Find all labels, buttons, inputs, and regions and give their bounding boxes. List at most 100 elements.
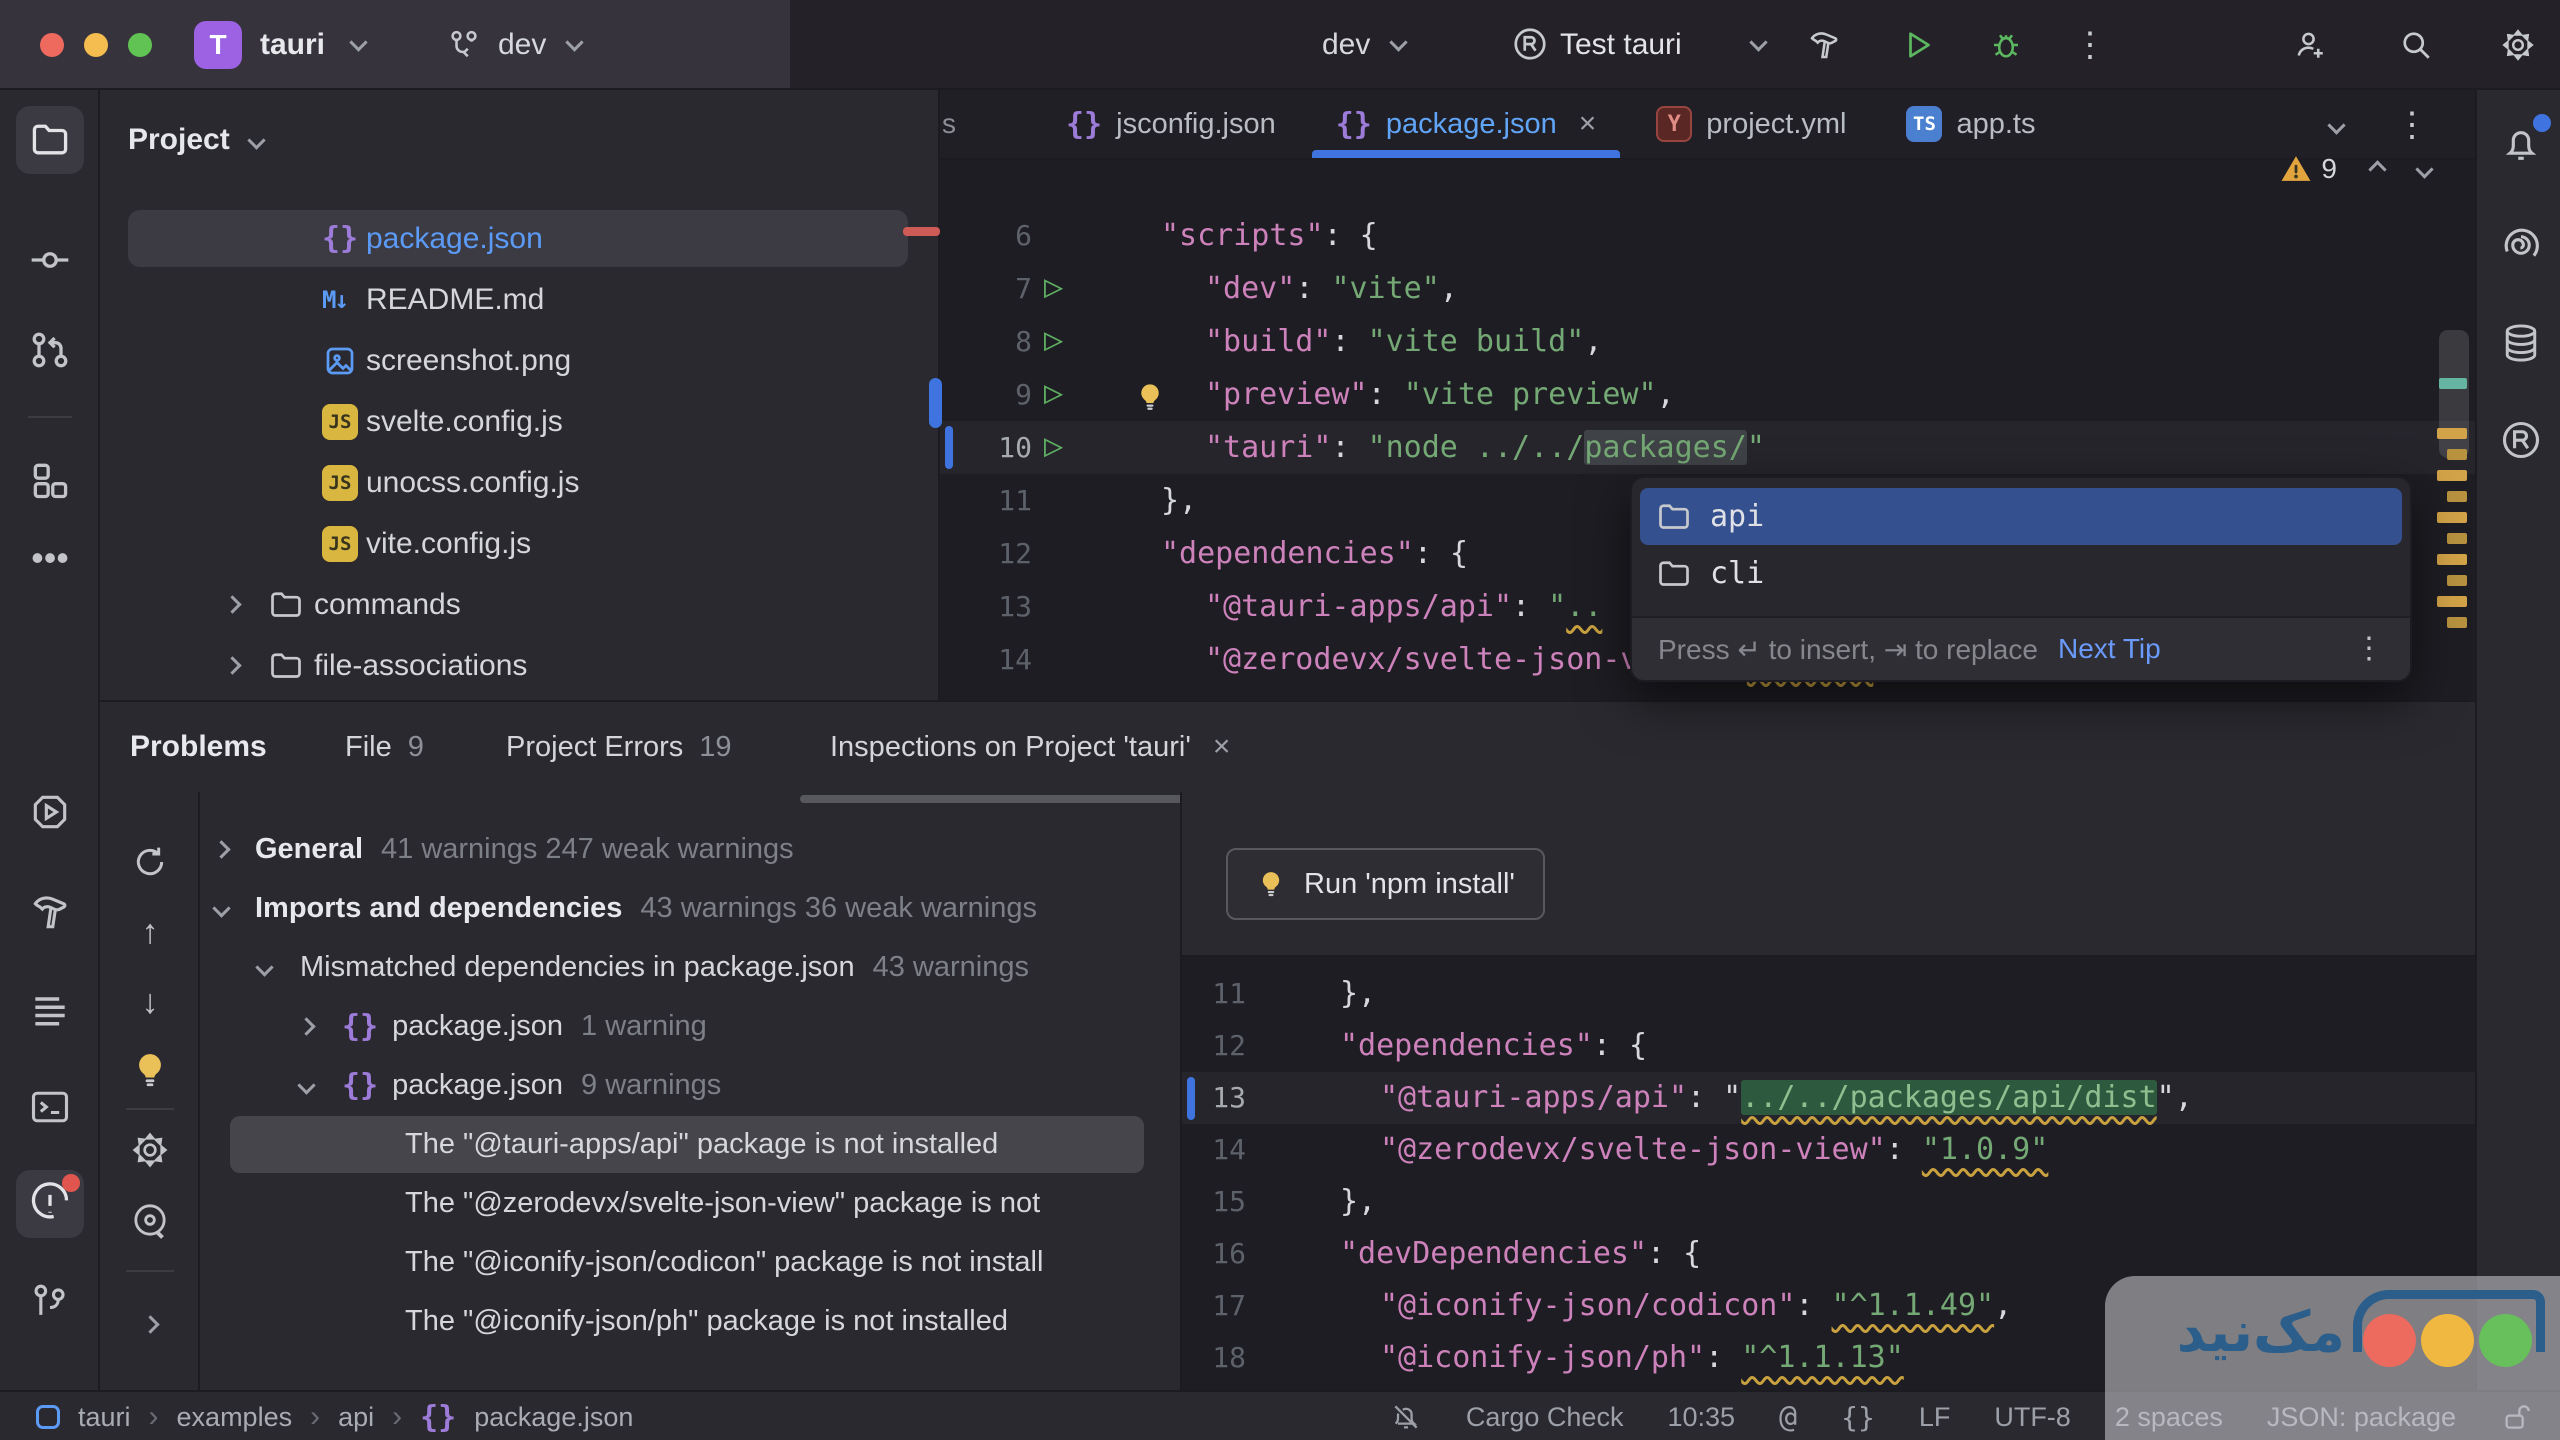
project-tree-item-commands[interactable]: commands xyxy=(100,574,938,635)
breadcrumb-file[interactable]: package.json xyxy=(474,1402,633,1433)
inspections-widget[interactable]: 9 xyxy=(2279,152,2431,186)
add-user-icon[interactable] xyxy=(2292,27,2328,63)
minimize-window-button[interactable] xyxy=(84,33,108,57)
chevron-right-icon[interactable] xyxy=(226,659,239,677)
structure-tool-icon[interactable] xyxy=(28,458,72,502)
code-line-6[interactable]: 6"scripts": { xyxy=(940,209,2475,262)
breadcrumb-item-examples[interactable]: examples xyxy=(177,1402,293,1433)
warning-indicator[interactable]: 9 xyxy=(2279,152,2337,186)
chevron-right-icon[interactable] xyxy=(226,598,239,616)
quick-fix-bulb-icon[interactable] xyxy=(130,1050,170,1090)
build-hammer-icon[interactable] xyxy=(1806,27,1842,63)
clock-widget[interactable]: 10:35 xyxy=(1667,1402,1735,1433)
code-line-7[interactable]: 7▷"dev": "vite", xyxy=(940,262,2475,315)
more-tools-icon[interactable]: ••• xyxy=(28,538,72,582)
editor-tab-app.ts[interactable]: TSapp.ts xyxy=(1876,90,2065,158)
view-options-eye-icon[interactable] xyxy=(130,1200,170,1240)
breadcrumb-item-tauri[interactable]: tauri xyxy=(78,1402,131,1433)
project-tool-icon[interactable] xyxy=(28,118,72,162)
notifications-muted-icon[interactable] xyxy=(1390,1401,1422,1433)
previous-item-arrow-icon[interactable]: ↑ xyxy=(130,912,170,952)
cargo-check-widget[interactable]: Cargo Check xyxy=(1466,1402,1624,1433)
notifications-bell-icon[interactable] xyxy=(2499,122,2543,166)
problems-panel-title[interactable]: Problems xyxy=(130,702,267,792)
services-tool-icon[interactable] xyxy=(28,790,72,834)
code-line-16[interactable]: 16"devDependencies": { xyxy=(1182,1228,2475,1280)
settings-gear-icon[interactable] xyxy=(2500,27,2536,63)
inspection-tree-row[interactable]: Imports and dependencies43 warnings 36 w… xyxy=(200,879,1180,938)
commit-tool-icon[interactable] xyxy=(28,238,72,282)
code-line-13[interactable]: 13"@tauri-apps/api": "../../packages/api… xyxy=(1182,1072,2475,1124)
run-script-icon[interactable]: ▷ xyxy=(1044,260,1063,313)
inspection-tree-row[interactable]: Mismatched dependencies in package.json4… xyxy=(200,938,1180,997)
completion-item-cli[interactable]: cli xyxy=(1640,545,2402,602)
inspection-tree-row[interactable]: General41 warnings 247 weak warnings xyxy=(200,820,1180,879)
code-line-8[interactable]: 8▷"build": "vite build", xyxy=(940,315,2475,368)
ai-assistant-icon[interactable] xyxy=(2499,223,2543,267)
run-button[interactable] xyxy=(1900,27,1936,63)
expand-chevron-icon[interactable] xyxy=(130,1300,170,1340)
inspection-tree-row[interactable]: The "@iconify-json/ph" package is not in… xyxy=(200,1292,1180,1351)
code-line-9[interactable]: 9▷"preview": "vite preview", xyxy=(940,368,2475,421)
error-stripe[interactable] xyxy=(2433,160,2469,700)
inspection-tree-row[interactable]: {}package.json9 warnings xyxy=(200,1056,1180,1115)
tab-options-kebab-icon[interactable]: ⋮ xyxy=(2395,107,2429,143)
build-tool-icon[interactable] xyxy=(28,890,72,934)
line-separator-widget[interactable]: LF xyxy=(1919,1402,1951,1433)
project-tree-item-file-associations[interactable]: file-associations xyxy=(100,635,938,696)
next-tip-link[interactable]: Next Tip xyxy=(2058,633,2161,665)
problems-tab-Project Errors[interactable]: Project Errors19 xyxy=(506,702,732,792)
close-window-button[interactable] xyxy=(40,33,64,57)
run-script-icon[interactable]: ▷ xyxy=(1044,419,1063,472)
rust-cargo-icon[interactable] xyxy=(2499,418,2543,462)
project-selector[interactable]: tauri xyxy=(260,0,325,90)
zoom-window-button[interactable] xyxy=(128,33,152,57)
intention-bulb-icon[interactable] xyxy=(1134,377,1168,411)
inspection-settings-gear-icon[interactable] xyxy=(130,1130,170,1170)
editor-tab-project.yml[interactable]: Yproject.yml xyxy=(1626,90,1876,158)
inspection-tree-row[interactable]: The "@tauri-apps/api" package is not ins… xyxy=(200,1115,1180,1174)
editor-tab-jsconfig.json[interactable]: {}jsconfig.json xyxy=(1036,90,1306,158)
run-env-selector[interactable]: dev xyxy=(1322,0,1370,90)
popup-options-kebab-icon[interactable]: ⋮ xyxy=(2354,631,2384,667)
problems-tab-File[interactable]: File9 xyxy=(345,702,424,792)
todo-lines-icon[interactable] xyxy=(28,988,72,1032)
breadcrumb-item-api[interactable]: api xyxy=(338,1402,374,1433)
rerun-inspection-icon[interactable] xyxy=(130,842,170,882)
completion-item-api[interactable]: api xyxy=(1640,488,2402,545)
code-line-10[interactable]: 10▷"tauri": "node ../../packages/" xyxy=(940,421,2475,474)
project-tree-item-package.json[interactable]: {}package.json xyxy=(100,208,938,269)
run-script-icon[interactable]: ▷ xyxy=(1044,313,1063,366)
inspection-tree-row[interactable]: {}package.json1 warning xyxy=(200,997,1180,1056)
close-tab-icon[interactable]: × xyxy=(1579,107,1597,141)
next-problem-icon[interactable] xyxy=(2415,160,2433,178)
ai-status-icon[interactable]: @ xyxy=(1779,1400,1797,1435)
project-tree-item-unocss.config.js[interactable]: JSunocss.config.js xyxy=(100,452,938,513)
project-tree-item-svelte.config.js[interactable]: JSsvelte.config.js xyxy=(100,391,938,452)
problems-tab-Inspections on Project 'tauri'[interactable]: Inspections on Project 'tauri'× xyxy=(830,702,1230,792)
search-icon[interactable] xyxy=(2398,27,2434,63)
debug-button[interactable] xyxy=(1988,27,2024,63)
run-script-icon[interactable]: ▷ xyxy=(1044,366,1063,419)
version-control-tool-icon[interactable] xyxy=(28,1280,72,1324)
terminal-tool-icon[interactable] xyxy=(28,1085,72,1129)
database-icon[interactable] xyxy=(2499,321,2543,365)
project-panel-header[interactable]: Project xyxy=(128,90,263,190)
inspection-tree-row[interactable]: The "@iconify-json/codicon" package is n… xyxy=(200,1233,1180,1292)
branch-selector[interactable]: dev xyxy=(498,0,546,90)
project-tree-item-vite.config.js[interactable]: JSvite.config.js xyxy=(100,513,938,574)
more-actions-icon[interactable]: ⋮ xyxy=(2072,27,2108,63)
encoding-widget[interactable]: UTF-8 xyxy=(1994,1402,2071,1433)
project-tree-item-screenshot.png[interactable]: screenshot.png xyxy=(100,330,938,391)
tab-list-chevron-icon[interactable] xyxy=(2327,116,2345,134)
next-item-arrow-icon[interactable]: ↓ xyxy=(130,982,170,1022)
problems-tool-icon[interactable] xyxy=(28,1182,72,1226)
project-avatar[interactable]: T xyxy=(194,21,242,69)
code-line-12[interactable]: 12"dependencies": { xyxy=(1182,1020,2475,1072)
previous-problem-icon[interactable] xyxy=(2368,160,2386,178)
editor-tab-package.json[interactable]: {}package.json× xyxy=(1306,90,1627,158)
panel-divider-handle[interactable] xyxy=(929,378,942,428)
run-configuration-selector[interactable]: Test tauri xyxy=(1560,0,1682,90)
code-line-14[interactable]: 14"@zerodevx/svelte-json-view": "1.0.9" xyxy=(1182,1124,2475,1176)
inspection-tree-row[interactable]: The "@zerodevx/svelte-json-view" package… xyxy=(200,1174,1180,1233)
